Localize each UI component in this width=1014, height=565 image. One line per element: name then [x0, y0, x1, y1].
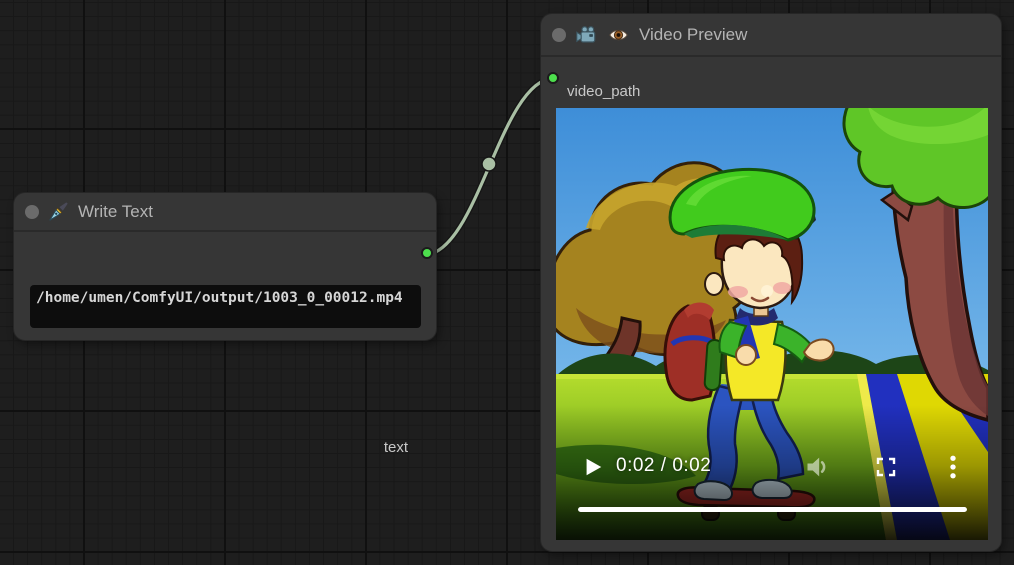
time-display: 0:02 / 0:02	[616, 455, 711, 477]
node-title: Video Preview	[639, 25, 747, 45]
node-write-text[interactable]: Write Text text /home/umen/ComfyUI/outpu…	[14, 193, 436, 340]
input-slot-dot-video-path[interactable]	[547, 72, 559, 84]
eye-icon	[607, 25, 630, 45]
progress-bar-fill	[578, 507, 967, 512]
node-video-preview[interactable]: Video Preview video_path	[541, 14, 1001, 551]
collapse-toggle-icon[interactable]	[25, 205, 39, 219]
node-title: Write Text	[78, 202, 153, 222]
link-midpoint-dot	[482, 157, 496, 171]
node-write-text-header[interactable]: Write Text	[14, 193, 436, 232]
collapse-toggle-icon[interactable]	[552, 28, 566, 42]
output-slot-label-text: text	[384, 439, 408, 456]
text-widget-input[interactable]: /home/umen/ComfyUI/output/1003_0_00012.m…	[30, 285, 421, 328]
video-controls-bar: 0:02 / 0:02	[556, 405, 988, 540]
output-slot-dot-text[interactable]	[421, 247, 433, 259]
input-slot-label-video-path: video_path	[567, 83, 640, 100]
video-player[interactable]: 0:02 / 0:02	[556, 108, 988, 540]
play-button[interactable]	[582, 455, 604, 479]
node-video-preview-header[interactable]: Video Preview	[541, 14, 1001, 57]
overflow-menu-button[interactable]	[946, 453, 960, 481]
fullscreen-button[interactable]	[874, 455, 898, 479]
pen-nib-icon	[48, 201, 69, 222]
mute-button[interactable]	[804, 453, 832, 481]
node-editor-canvas[interactable]: Write Text text /home/umen/ComfyUI/outpu…	[0, 0, 1014, 565]
progress-bar[interactable]	[578, 507, 967, 512]
movie-camera-icon	[575, 24, 598, 46]
